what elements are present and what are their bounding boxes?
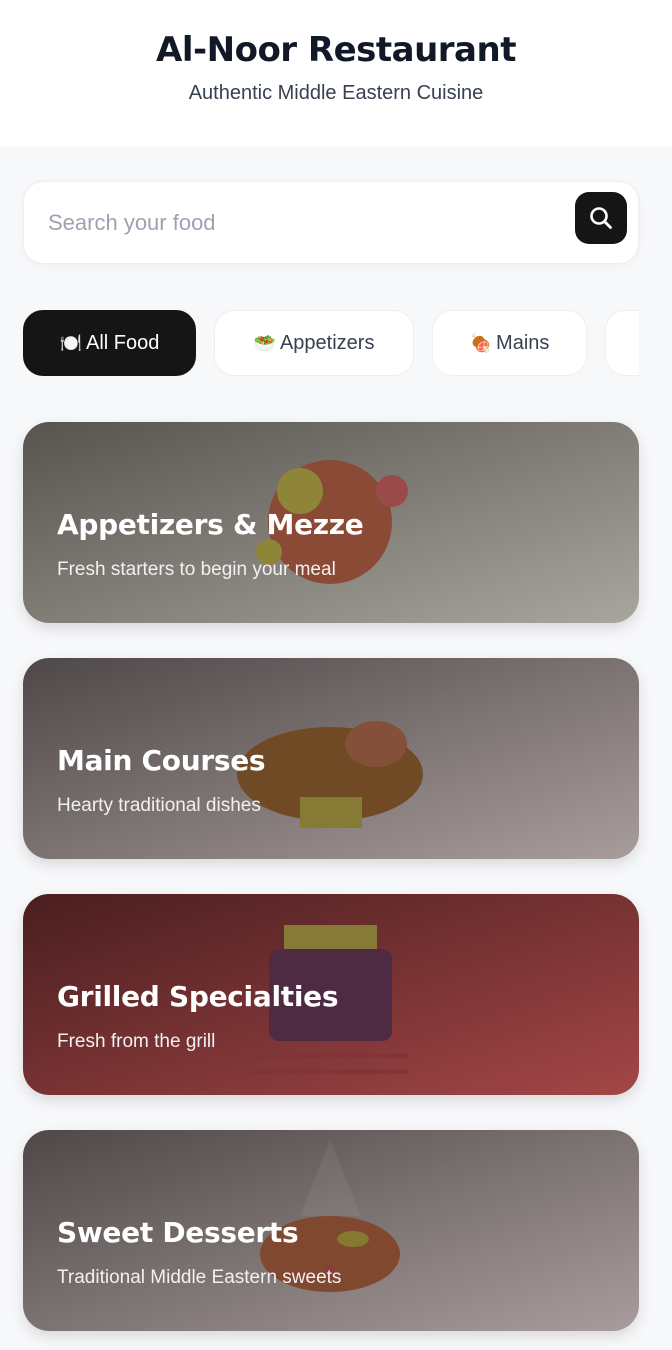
section-card-grilled[interactable]: Grilled Specialties Fresh from the grill	[23, 894, 639, 1095]
section-subtitle: Hearty traditional dishes	[57, 795, 261, 816]
salad-icon: 🥗	[253, 332, 276, 353]
section-subtitle: Fresh from the grill	[57, 1031, 216, 1052]
search-icon	[590, 207, 612, 229]
chip-label: All Food	[86, 331, 160, 354]
chip-mains[interactable]: 🍖 Mains	[432, 310, 587, 376]
section-card-appetizers[interactable]: Appetizers & Mezze Fresh starters to beg…	[23, 422, 639, 623]
restaurant-title: Al-Noor Restaurant	[156, 30, 516, 70]
plate-icon: 🍽️	[59, 332, 83, 353]
search-input[interactable]	[48, 182, 568, 263]
section-subtitle: Fresh starters to begin your meal	[57, 559, 336, 580]
chip-appetizers[interactable]: 🥗 Appetizers	[214, 310, 414, 376]
search-button[interactable]	[575, 192, 627, 244]
search-bar	[23, 181, 639, 264]
category-filter: 🍽️ All Food 🥗 Appetizers 🍖 Mains	[23, 310, 639, 377]
chip-all-food[interactable]: 🍽️ All Food	[23, 310, 196, 376]
restaurant-tagline: Authentic Middle Eastern Cuisine	[188, 82, 484, 104]
app-header: Al-Noor Restaurant Authentic Middle East…	[0, 0, 672, 146]
section-title: Grilled Specialties	[57, 980, 339, 1013]
meat-icon: 🍖	[469, 332, 493, 353]
chip-next[interactable]	[605, 310, 639, 376]
section-title: Main Courses	[57, 744, 266, 777]
section-card-main-courses[interactable]: Main Courses Hearty traditional dishes	[23, 658, 639, 859]
section-card-desserts[interactable]: Sweet Desserts Traditional Middle Easter…	[23, 1130, 639, 1331]
section-title: Appetizers & Mezze	[57, 508, 364, 541]
section-title: Sweet Desserts	[57, 1216, 299, 1249]
chip-label: Mains	[496, 331, 550, 354]
chip-label: Appetizers	[279, 331, 375, 354]
section-subtitle: Traditional Middle Eastern sweets	[57, 1267, 342, 1288]
